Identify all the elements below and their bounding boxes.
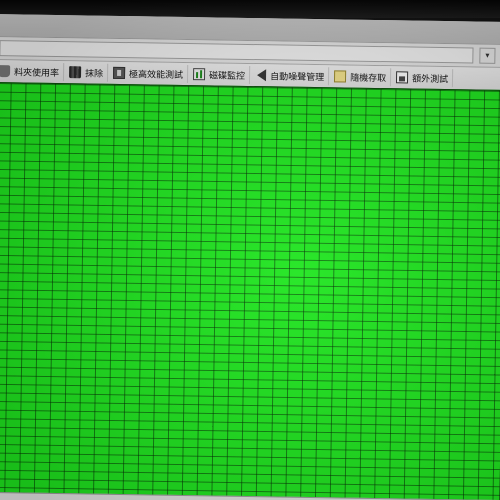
database-icon [0, 65, 11, 78]
toolbar-item-label: 磁碟監控 [209, 70, 246, 82]
trash-icon [69, 66, 82, 79]
surface-scan-block-grid [0, 81, 500, 500]
extra-test-icon [396, 71, 409, 84]
speaker-icon [257, 69, 267, 82]
toolbar-disk-monitor-button[interactable]: 磁碟監控 [189, 65, 251, 84]
drive-select-field[interactable] [0, 40, 474, 64]
screen-photo: ▾ 料夾使用率 抹除 極高效能測試 磁碟監控 自動噪聲管理 隨機存取 額外測試 [0, 0, 500, 500]
toolbar-item-label: 自動噪聲管理 [270, 71, 325, 83]
app-window: ▾ 料夾使用率 抹除 極高效能測試 磁碟監控 自動噪聲管理 隨機存取 額外測試 [0, 14, 500, 500]
toolbar-erase-button[interactable]: 抹除 [65, 63, 109, 82]
toolbar-benchmark-button[interactable]: 極高效能測試 [109, 63, 189, 84]
toolbar-random-access-button[interactable]: 隨機存取 [330, 67, 392, 87]
note-icon [334, 70, 347, 83]
toolbar-aam-button[interactable]: 自動噪聲管理 [251, 66, 330, 86]
benchmark-icon [113, 66, 126, 80]
toolbar-folder-usage-button[interactable]: 料夾使用率 [0, 61, 65, 82]
toolbar-item-label: 料夾使用率 [14, 67, 60, 79]
monitor-chart-icon [193, 68, 206, 81]
toolbar-item-label: 抹除 [85, 68, 104, 80]
chevron-down-icon[interactable]: ▾ [479, 47, 496, 64]
toolbar-extra-tests-button[interactable]: 額外測試 [393, 68, 454, 88]
toolbar-item-label: 隨機存取 [350, 73, 387, 84]
toolbar-item-label: 極高效能測試 [129, 69, 184, 81]
toolbar-item-label: 額外測試 [412, 74, 449, 85]
